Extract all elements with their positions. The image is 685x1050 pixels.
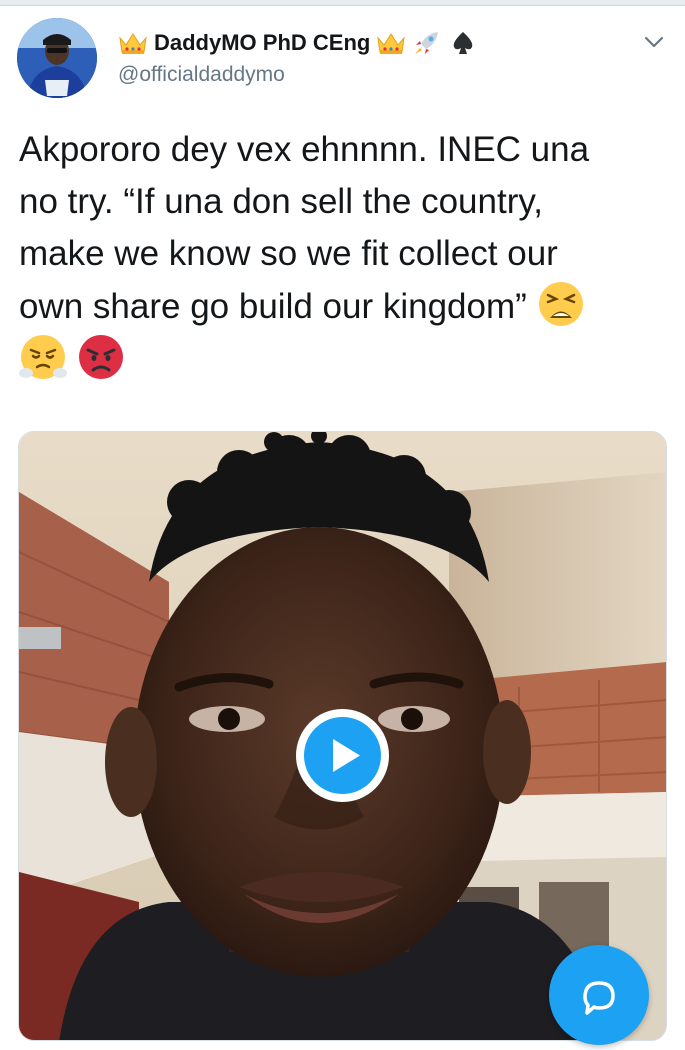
- avatar-image: [17, 18, 97, 98]
- avatar[interactable]: [17, 18, 97, 98]
- user-handle[interactable]: @officialdaddymo: [118, 63, 285, 87]
- tweet-text-line: Akpororo dey vex ehnnnn. INEC una: [19, 130, 590, 169]
- crown-emoji: [119, 33, 147, 54]
- play-icon: [333, 739, 360, 772]
- display-name[interactable]: DaddyMO PhD CEng: [154, 30, 370, 56]
- play-button-fill: [304, 717, 381, 794]
- rocket-emoji: [415, 32, 439, 54]
- play-button[interactable]: [296, 709, 389, 802]
- tweet-text-line: no try. “If una don sell the country,: [19, 182, 543, 221]
- tweet-text-line-last: own share go build our kingdom”: [19, 280, 669, 333]
- compose-reply-icon: [583, 981, 615, 1015]
- emoji-line: [19, 333, 669, 386]
- crown-emoji: [377, 33, 406, 54]
- spade-suit-icon: [454, 32, 473, 54]
- tweet-text-line: make we know so we fit collect our: [19, 234, 558, 273]
- tweet-text-line: own share go build our kingdom”: [19, 287, 527, 326]
- face-with-steam-emoji: [19, 335, 67, 379]
- compose-reply-button[interactable]: [549, 945, 649, 1045]
- tired-face-emoji: [538, 282, 583, 326]
- chevron-down-icon[interactable]: [640, 28, 668, 56]
- name-row: DaddyMO PhD CEng: [118, 26, 478, 60]
- tweet-text: Akpororo dey vex ehnnnn. INEC una no try…: [19, 124, 669, 386]
- angry-face-emoji: [78, 335, 123, 379]
- tweet-header: DaddyMO PhD CEng @officialdaddymo: [0, 6, 685, 106]
